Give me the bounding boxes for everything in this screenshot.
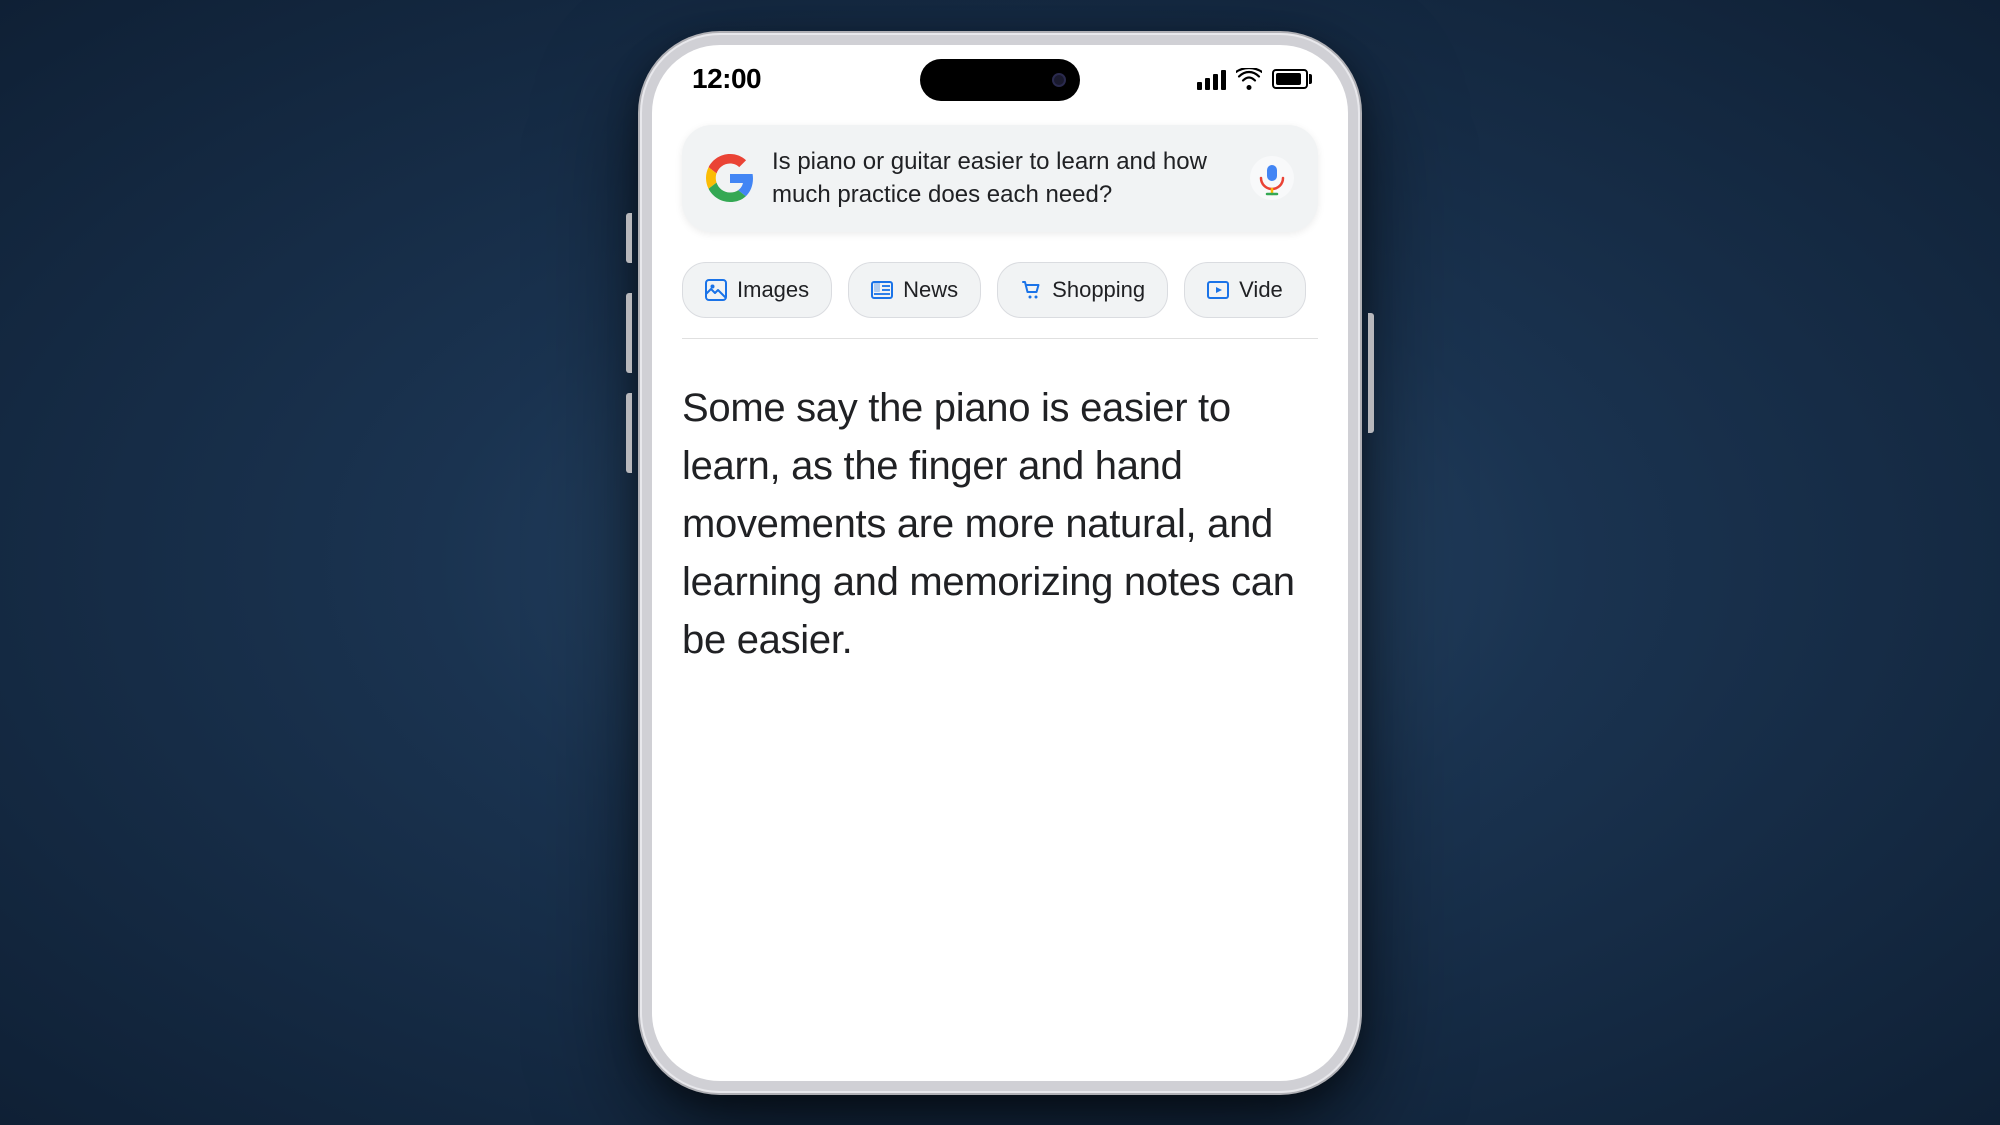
- phone-device: 12:00: [640, 33, 1360, 1093]
- mute-button[interactable]: [626, 213, 632, 263]
- battery-icon: [1272, 69, 1308, 89]
- status-icons: [1197, 68, 1308, 90]
- videos-label: Vide: [1239, 277, 1283, 303]
- status-time: 12:00: [692, 63, 761, 95]
- videos-filter-chip[interactable]: Vide: [1184, 262, 1306, 318]
- battery-fill: [1276, 73, 1301, 85]
- news-icon: [871, 279, 893, 301]
- answer-text: Some say the piano is easier to learn, a…: [682, 379, 1318, 669]
- shopping-label: Shopping: [1052, 277, 1145, 303]
- answer-content: Some say the piano is easier to learn, a…: [652, 339, 1348, 709]
- status-bar: 12:00: [652, 45, 1348, 105]
- search-container: Is piano or guitar easier to learn and h…: [652, 105, 1348, 252]
- camera-dot: [1052, 73, 1066, 87]
- phone-frame: 12:00: [640, 33, 1360, 1093]
- power-button[interactable]: [1368, 313, 1374, 433]
- news-filter-chip[interactable]: News: [848, 262, 981, 318]
- search-bar[interactable]: Is piano or guitar easier to learn and h…: [682, 125, 1318, 232]
- shopping-icon: [1020, 279, 1042, 301]
- video-icon: [1207, 279, 1229, 301]
- volume-down-button[interactable]: [626, 393, 632, 473]
- dynamic-island: [920, 59, 1080, 101]
- signal-icon: [1197, 68, 1226, 90]
- images-label: Images: [737, 277, 809, 303]
- images-filter-chip[interactable]: Images: [682, 262, 832, 318]
- shopping-filter-chip[interactable]: Shopping: [997, 262, 1168, 318]
- volume-up-button[interactable]: [626, 293, 632, 373]
- mic-icon[interactable]: [1250, 156, 1294, 200]
- search-query-text: Is piano or guitar easier to learn and h…: [772, 145, 1232, 212]
- filter-row: Images News: [652, 252, 1348, 338]
- images-icon: [705, 279, 727, 301]
- google-logo-icon: [706, 154, 754, 202]
- news-label: News: [903, 277, 958, 303]
- wifi-icon: [1236, 68, 1262, 90]
- phone-screen: 12:00: [652, 45, 1348, 1081]
